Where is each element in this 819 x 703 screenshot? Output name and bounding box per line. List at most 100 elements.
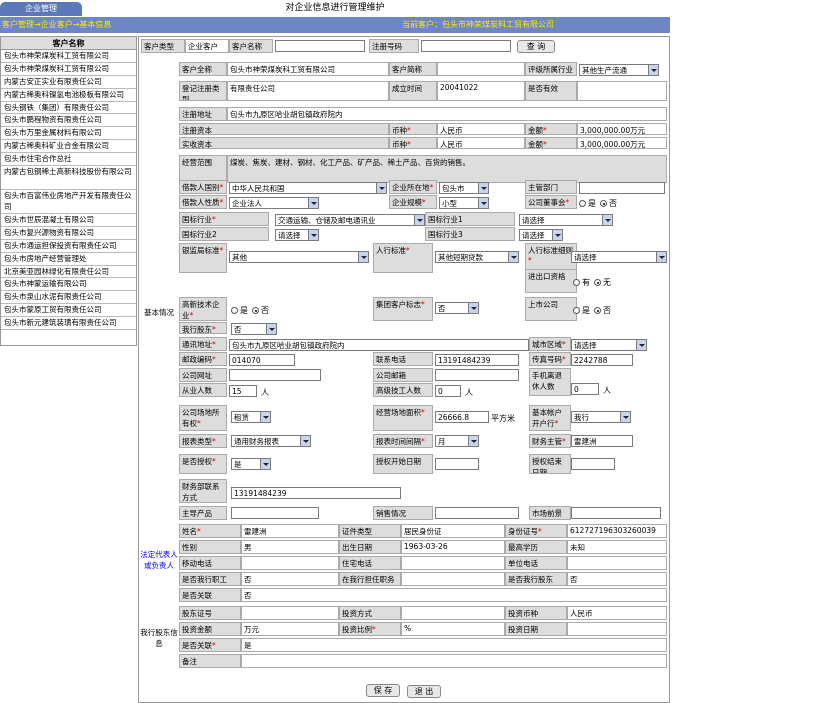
customer-list-item[interactable]: 包头市复兴源物资有限公司 <box>1 227 136 240</box>
hitech-label-text: 高新技术企业 <box>182 300 220 320</box>
customer-list-item[interactable]: 包头市通运担保投资有限责任公司 <box>1 240 136 253</box>
customer-list-item[interactable]: 内蒙古安正实业有限责任公司 <box>1 76 136 89</box>
dropdown-arrow-icon[interactable] <box>300 436 310 446</box>
dropdown-arrow-icon[interactable] <box>308 198 318 208</box>
dropdown-arrow-icon[interactable] <box>376 183 386 193</box>
dropdown-arrow-icon[interactable] <box>260 412 270 422</box>
own-select[interactable]: 租赁 <box>231 411 271 423</box>
dropdown-arrow-icon[interactable] <box>468 303 478 313</box>
tech-input[interactable]: 0 <box>435 385 461 397</box>
radio-b[interactable] <box>594 307 601 314</box>
bank-select[interactable]: 其他短期贷款 <box>435 251 519 263</box>
radio-b[interactable] <box>600 200 607 207</box>
dropdown-arrow-icon[interactable] <box>508 252 518 262</box>
nind-select[interactable]: 交通运输、仓储及邮电通讯业 <box>275 214 425 226</box>
dropdown-arrow-icon[interactable] <box>308 230 318 240</box>
retire-input[interactable]: 0 <box>571 383 599 395</box>
reg-number-input[interactable] <box>421 40 511 52</box>
group-select[interactable]: 否 <box>435 302 479 314</box>
dropdown-arrow-icon[interactable] <box>468 436 478 446</box>
customer-list-item[interactable]: 包头市神蒙运输有限公司 <box>1 278 136 292</box>
dropdown-arrow-icon[interactable] <box>656 252 666 262</box>
tel-input[interactable]: 13191484239 <box>435 354 519 366</box>
customer-list-item[interactable]: 包头市蒙原工贸有限责任公司 <box>1 304 136 318</box>
query-button[interactable]: 查 询 <box>517 40 555 53</box>
radio-b[interactable] <box>252 307 259 314</box>
dropdown-arrow-icon[interactable] <box>620 412 630 422</box>
radio-a[interactable] <box>231 307 238 314</box>
mail-input[interactable]: 包头市九原区哈业胡包镇政府院内 <box>229 339 529 351</box>
dropdown-arrow-icon[interactable] <box>260 459 270 469</box>
share-select[interactable]: 否 <box>231 323 277 335</box>
fin-input[interactable]: 雷建洲 <box>571 435 633 447</box>
dropdown-arrow-icon[interactable] <box>478 183 488 193</box>
customer-list-item[interactable]: 内蒙古包钢稀土高新科技股份有限公司 <box>1 166 136 191</box>
country-select-text: 中华人民共和国 <box>232 184 285 193</box>
customer-list-item[interactable]: 包头市神荣煤炭科工贸有限公司 <box>1 50 136 63</box>
area-input[interactable]: 26666.8 <box>435 411 489 423</box>
dropdown-arrow-icon[interactable] <box>636 340 646 350</box>
scur-value-text: 人民币 <box>570 609 593 618</box>
emp-input[interactable]: 15 <box>229 385 257 397</box>
nind3-select[interactable]: 请选择 <box>519 229 563 241</box>
retire-label: 手机离退休人数 <box>529 368 571 396</box>
work-label: 单位电话 <box>505 556 567 570</box>
period-select[interactable]: 月 <box>435 435 479 447</box>
dropdown-arrow-icon[interactable] <box>648 65 658 75</box>
customer-list-item[interactable]: 内蒙古稀奥科矿业合金有限公司 <box>1 140 136 154</box>
zip-input[interactable]: 014070 <box>229 354 295 366</box>
country-select[interactable]: 中华人民共和国 <box>229 182 387 194</box>
dept-input[interactable] <box>579 182 665 194</box>
auth-select[interactable]: 是 <box>231 458 271 470</box>
email-input[interactable] <box>435 369 519 381</box>
fincon-input[interactable]: 13191484239 <box>231 487 401 499</box>
customer-list-item[interactable]: 北京美亚园林绿化有限责任公司 <box>1 266 136 279</box>
dropdown-arrow-icon[interactable] <box>552 230 562 240</box>
customer-list-item[interactable]: 包头市房地产经营管理处 <box>1 253 136 266</box>
dropdown-arrow-icon[interactable] <box>602 215 612 225</box>
customer-list-item[interactable]: 包头市世辰混凝土有限公司 <box>1 214 136 227</box>
astart-input[interactable] <box>435 458 479 470</box>
web-input[interactable] <box>229 369 321 381</box>
radio-a[interactable] <box>573 307 580 314</box>
bankd-select[interactable]: 请选择 <box>571 251 667 263</box>
customer-list-item[interactable]: 包头市神荣煤炭科工贸有限公司 <box>1 63 136 76</box>
dropdown-arrow-icon[interactable] <box>266 324 276 334</box>
addr-label-text: 注册地址 <box>182 110 212 119</box>
radio-b[interactable] <box>594 279 601 286</box>
industry-select[interactable]: 其他生产流通 <box>579 64 659 76</box>
scale-select[interactable]: 小型 <box>439 197 489 209</box>
save-button[interactable]: 保 存 <box>366 684 400 697</box>
fax-input[interactable]: 2242788 <box>571 354 633 366</box>
radio-a[interactable] <box>573 279 580 286</box>
customer-list-item[interactable]: 包头市住宅合作总社 <box>1 153 136 167</box>
nature-select[interactable]: 企业法人 <box>229 197 319 209</box>
astart-label-text: 授权开始日期 <box>376 457 421 466</box>
prod-input[interactable] <box>231 507 319 519</box>
exit-button[interactable]: 退 出 <box>407 685 441 698</box>
customer-list-item[interactable]: 内蒙古稀奥科镍氢电池极板有限公司 <box>1 89 136 102</box>
radio-a[interactable] <box>579 200 586 207</box>
customer-list-item[interactable]: 包头市鹏程物资有限责任公司 <box>1 114 136 128</box>
acct-select[interactable]: 我行 <box>571 411 631 423</box>
loc-select[interactable]: 包头市 <box>439 182 489 194</box>
dropdown-arrow-icon[interactable] <box>478 198 488 208</box>
scur-value: 人民币 <box>567 606 667 620</box>
aend-input[interactable] <box>571 458 615 470</box>
customer-list-item[interactable]: 包头市万里金属材料有限公司 <box>1 127 136 141</box>
customer-name-input[interactable] <box>275 40 365 52</box>
customer-list-item[interactable]: 包头市泉山水泥有限责任公司 <box>1 291 136 305</box>
mkt-input[interactable] <box>571 507 661 519</box>
dropdown-arrow-icon[interactable] <box>358 252 368 262</box>
city-select[interactable]: 请选择 <box>571 339 647 351</box>
sales-input[interactable] <box>435 507 519 519</box>
customer-list-item[interactable]: 包头市百富伟业房地产开发有限责任公司 <box>1 190 136 215</box>
nind1-select[interactable]: 请选择 <box>519 214 613 226</box>
customer-list-item[interactable]: 包头钢铁（集团）有限责任公司 <box>1 102 136 115</box>
cbrc-select[interactable]: 其他 <box>229 251 369 263</box>
auth-select-text: 是 <box>234 460 242 469</box>
customer-list-item[interactable]: 包头市新元建筑装璜有限责任公司 <box>1 317 136 331</box>
rep-select[interactable]: 通用财务报表 <box>231 435 311 447</box>
dropdown-arrow-icon[interactable] <box>414 215 424 225</box>
nind2-select[interactable]: 请选择 <box>275 229 319 241</box>
